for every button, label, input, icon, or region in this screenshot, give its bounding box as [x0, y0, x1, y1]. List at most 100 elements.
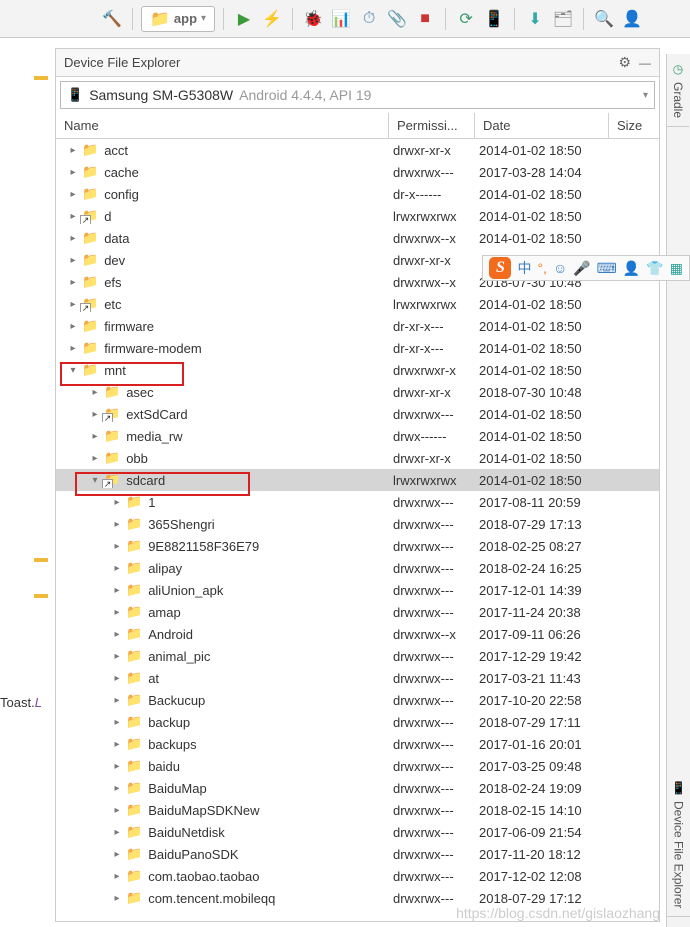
file-row[interactable]: ▸📁Androiddrwxrwx--x2017-09-11 06:26 [56, 623, 659, 645]
file-row[interactable]: ▸📁baidudrwxrwx---2017-03-25 09:48 [56, 755, 659, 777]
file-row[interactable]: ▸📁configdr-x------2014-01-02 18:50 [56, 183, 659, 205]
column-size[interactable]: Size [609, 113, 659, 138]
run-button[interactable]: ▶ [232, 7, 256, 31]
apply-changes-button[interactable]: ⚡ [260, 7, 284, 31]
file-row[interactable]: ▸📁aliUnion_apkdrwxrwx---2017-12-01 14:39 [56, 579, 659, 601]
ime-emoji-icon[interactable]: ☺ [553, 260, 567, 276]
chevron-right-icon[interactable]: ▸ [110, 805, 124, 816]
chevron-right-icon[interactable]: ▸ [110, 695, 124, 706]
file-row[interactable]: ▸📁acctdrwxr-xr-x2014-01-02 18:50 [56, 139, 659, 161]
file-row[interactable]: ▸📁obbdrwxr-xr-x2014-01-02 18:50 [56, 447, 659, 469]
file-row[interactable]: ▸📁backupsdrwxrwx---2017-01-16 20:01 [56, 733, 659, 755]
chevron-right-icon[interactable]: ▸ [110, 519, 124, 530]
chevron-right-icon[interactable]: ▸ [110, 717, 124, 728]
file-row[interactable]: ▸📁BaiduMapSDKNewdrwxrwx---2018-02-15 14:… [56, 799, 659, 821]
file-row[interactable]: ▸📁BaiduMapdrwxrwx---2018-02-24 19:09 [56, 777, 659, 799]
profiler-button[interactable]: ⏱ [357, 7, 381, 31]
chevron-right-icon[interactable]: ▸ [110, 629, 124, 640]
attach-debugger-button[interactable]: 📎 [385, 7, 409, 31]
file-row[interactable]: ▸📁9E8821158F36E79drwxrwx---2018-02-25 08… [56, 535, 659, 557]
chevron-right-icon[interactable]: ▸ [88, 409, 102, 420]
chevron-right-icon[interactable]: ▸ [66, 321, 80, 332]
chevron-right-icon[interactable]: ▸ [66, 255, 80, 266]
chevron-right-icon[interactable]: ▸ [110, 541, 124, 552]
sdk-button[interactable]: ⬇ [523, 7, 547, 31]
chevron-right-icon[interactable]: ▸ [66, 189, 80, 200]
chevron-right-icon[interactable]: ▸ [110, 585, 124, 596]
chevron-right-icon[interactable]: ▸ [110, 893, 124, 904]
chevron-right-icon[interactable]: ▸ [66, 167, 80, 178]
chevron-right-icon[interactable]: ▸ [110, 563, 124, 574]
chevron-right-icon[interactable]: ▸ [110, 849, 124, 860]
chevron-right-icon[interactable]: ▸ [110, 739, 124, 750]
file-row[interactable]: ▸📁Backucupdrwxrwx---2017-10-20 22:58 [56, 689, 659, 711]
hide-panel-icon[interactable]: ― [639, 56, 651, 70]
chevron-right-icon[interactable]: ▸ [110, 651, 124, 662]
tab-device-file-explorer[interactable]: 📱 Device File Explorer [667, 773, 690, 917]
ime-skin-icon[interactable]: 👕 [646, 260, 663, 277]
file-row[interactable]: ▸📁BaiduNetdiskdrwxrwx---2017-06-09 21:54 [56, 821, 659, 843]
file-row[interactable]: ▸📁extSdCarddrwxrwx---2014-01-02 18:50 [56, 403, 659, 425]
file-row[interactable]: ▸📁firmware-modemdr-xr-x---2014-01-02 18:… [56, 337, 659, 359]
chevron-right-icon[interactable]: ▸ [110, 761, 124, 772]
chevron-down-icon[interactable]: ▾ [66, 365, 80, 376]
column-date[interactable]: Date [475, 113, 609, 138]
file-row[interactable]: ▸📁com.tencent.mobileqqdrwxrwx---2018-07-… [56, 887, 659, 909]
chevron-right-icon[interactable]: ▸ [88, 431, 102, 442]
file-row[interactable]: ▸📁media_rwdrwx------2014-01-02 18:50 [56, 425, 659, 447]
chevron-right-icon[interactable]: ▸ [66, 145, 80, 156]
ime-voice-icon[interactable]: 🎤 [573, 260, 590, 277]
chevron-right-icon[interactable]: ▸ [66, 277, 80, 288]
column-name[interactable]: Name [56, 113, 389, 138]
file-row[interactable]: ▾📁mntdrwxrwxr-x2014-01-02 18:50 [56, 359, 659, 381]
file-row[interactable]: ▸📁datadrwxrwx--x2014-01-02 18:50 [56, 227, 659, 249]
file-row[interactable]: ▸📁dlrwxrwxrwx2014-01-02 18:50 [56, 205, 659, 227]
chevron-right-icon[interactable]: ▸ [110, 783, 124, 794]
file-row[interactable]: ▸📁firmwaredr-xr-x---2014-01-02 18:50 [56, 315, 659, 337]
chevron-right-icon[interactable]: ▸ [110, 871, 124, 882]
file-row[interactable]: ▸📁com.taobao.taobaodrwxrwx---2017-12-02 … [56, 865, 659, 887]
user-button[interactable]: 👤 [620, 7, 644, 31]
sogou-icon[interactable]: S [489, 257, 511, 279]
device-selector[interactable]: 📱 Samsung SM-G5308W Android 4.4.4, API 1… [60, 81, 655, 109]
ime-person-icon[interactable]: 👤 [623, 260, 640, 277]
file-row[interactable]: ▸📁cachedrwxrwx---2017-03-28 14:04 [56, 161, 659, 183]
run-config-select[interactable]: 📁 app ▾ [141, 6, 215, 32]
file-row[interactable]: ▸📁etclrwxrwxrwx2014-01-02 18:50 [56, 293, 659, 315]
gear-icon[interactable]: ⚙ [618, 54, 631, 71]
file-row[interactable]: ▸📁animal_picdrwxrwx---2017-12-29 19:42 [56, 645, 659, 667]
profile-button[interactable]: 📊 [329, 7, 353, 31]
chevron-right-icon[interactable]: ▸ [66, 211, 80, 222]
avd-button[interactable]: 📱 [482, 7, 506, 31]
make-button[interactable]: 🔨 [100, 7, 124, 31]
file-row[interactable]: ▸📁alipaydrwxrwx---2018-02-24 16:25 [56, 557, 659, 579]
sync-button[interactable]: ⟳ [454, 7, 478, 31]
tab-gradle[interactable]: ◷ Gradle [667, 54, 689, 127]
chevron-right-icon[interactable]: ▸ [88, 453, 102, 464]
chevron-right-icon[interactable]: ▸ [66, 299, 80, 310]
file-row[interactable]: ▸📁backupdrwxrwx---2018-07-29 17:11 [56, 711, 659, 733]
file-row[interactable]: ▸📁1drwxrwx---2017-08-11 20:59 [56, 491, 659, 513]
ime-keyboard-icon[interactable]: ⌨ [597, 260, 617, 277]
file-row[interactable]: ▸📁365Shengridrwxrwx---2018-07-29 17:13 [56, 513, 659, 535]
chevron-right-icon[interactable]: ▸ [110, 827, 124, 838]
file-row[interactable]: ▸📁asecdrwxr-xr-x2018-07-30 10:48 [56, 381, 659, 403]
stop-button[interactable]: ■ [413, 7, 437, 31]
project-structure-button[interactable]: 🗂 [551, 7, 575, 31]
file-row[interactable]: ▾📁sdcardlrwxrwxrwx2014-01-02 18:50 [56, 469, 659, 491]
ime-punct-icon[interactable]: °, [537, 260, 547, 276]
ime-lang-icon[interactable]: 中 [517, 258, 531, 278]
file-row[interactable]: ▸📁BaiduPanoSDKdrwxrwx---2017-11-20 18:12 [56, 843, 659, 865]
chevron-right-icon[interactable]: ▸ [110, 607, 124, 618]
chevron-right-icon[interactable]: ▸ [66, 233, 80, 244]
column-permissions[interactable]: Permissi... [389, 113, 475, 138]
chevron-right-icon[interactable]: ▸ [66, 343, 80, 354]
search-button[interactable]: 🔍 [592, 7, 616, 31]
chevron-right-icon[interactable]: ▸ [110, 497, 124, 508]
debug-button[interactable]: 🐞 [301, 7, 325, 31]
chevron-right-icon[interactable]: ▸ [110, 673, 124, 684]
file-row[interactable]: ▸📁amapdrwxrwx---2017-11-24 20:38 [56, 601, 659, 623]
ime-grid-icon[interactable]: ▦ [670, 260, 683, 277]
chevron-right-icon[interactable]: ▸ [88, 387, 102, 398]
file-row[interactable]: ▸📁atdrwxrwx---2017-03-21 11:43 [56, 667, 659, 689]
